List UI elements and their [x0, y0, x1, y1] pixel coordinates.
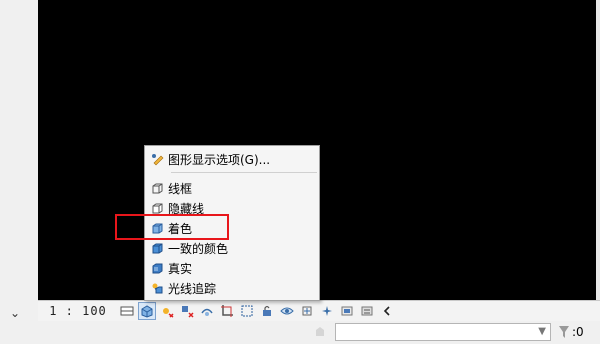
visual-style-icon[interactable]	[138, 302, 156, 320]
menu-separator	[171, 172, 317, 173]
temporary-view-properties-icon[interactable]	[318, 302, 336, 320]
reveal-hidden-icon[interactable]	[298, 302, 316, 320]
sun-path-icon[interactable]	[158, 302, 176, 320]
crop-view-icon[interactable]	[218, 302, 236, 320]
status-bar: ▼ :0	[0, 321, 600, 344]
filter-icon[interactable]	[557, 324, 571, 340]
view-scale[interactable]: 1 : 100	[38, 304, 118, 318]
design-options-icon[interactable]	[313, 325, 327, 339]
hidden-line-icon	[150, 201, 164, 215]
menu-item-consistent-colors[interactable]: 一致的颜色	[145, 238, 319, 258]
menu-item-hidden-line[interactable]: 隐藏线	[145, 198, 319, 218]
visual-style-menu: 图形显示选项(G)... 线框 隐藏线 着色 一致的颜色 真实 光线追踪	[144, 145, 320, 301]
wireframe-icon	[150, 181, 164, 195]
selection-count: :0	[572, 325, 584, 339]
consistent-colors-icon	[150, 241, 164, 255]
chevron-down-icon[interactable]: ⌄	[10, 306, 20, 320]
highlight-displacement-icon[interactable]	[358, 302, 376, 320]
menu-item-graphic-display-options[interactable]: 图形显示选项(G)...	[145, 149, 319, 169]
crop-region-icon[interactable]	[238, 302, 256, 320]
menu-item-shaded[interactable]: 着色	[145, 218, 319, 238]
workset-dropdown[interactable]: ▼	[335, 323, 551, 341]
graphic-options-icon	[150, 152, 164, 166]
menu-item-wireframe[interactable]: 线框	[145, 178, 319, 198]
detail-level-icon[interactable]	[118, 302, 136, 320]
left-panel: ⌄	[0, 0, 39, 320]
menu-item-ray-trace[interactable]: 光线追踪	[145, 278, 319, 298]
ray-trace-icon	[150, 281, 164, 295]
rendering-dialog-icon[interactable]	[198, 302, 216, 320]
right-scroll-strip	[596, 0, 600, 320]
analytical-model-icon[interactable]	[338, 302, 356, 320]
realistic-icon	[150, 261, 164, 275]
reveal-constraints-icon[interactable]	[378, 302, 396, 320]
chevron-down-icon[interactable]: ▼	[538, 326, 546, 337]
shaded-icon	[150, 221, 164, 235]
unlock-3d-view-icon[interactable]	[258, 302, 276, 320]
view-control-bar: 1 : 100	[38, 300, 600, 322]
menu-item-realistic[interactable]: 真实	[145, 258, 319, 278]
shadows-icon[interactable]	[178, 302, 196, 320]
temporary-hide-icon[interactable]	[278, 302, 296, 320]
